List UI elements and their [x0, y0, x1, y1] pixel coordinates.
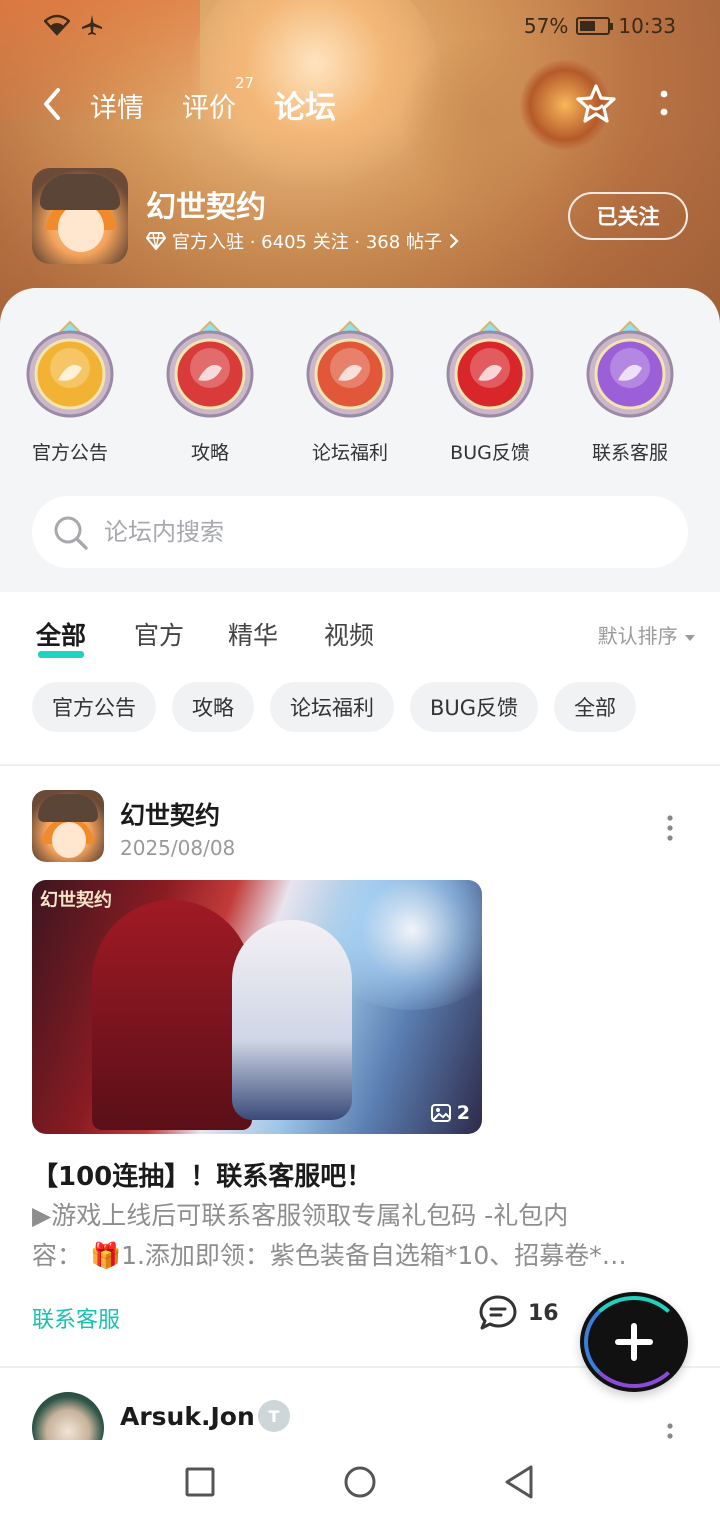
image-count: 2	[430, 1102, 470, 1124]
top-nav: 详情 评价 27 论坛	[0, 74, 720, 127]
category-bug-report[interactable]: BUG反馈	[420, 318, 560, 465]
back-icon[interactable]	[500, 1462, 540, 1502]
comment-icon	[479, 1295, 517, 1330]
filter-tab-all[interactable]: 全部	[36, 616, 86, 658]
image-game-logo: 幻世契约	[40, 890, 112, 911]
battery-percent: 57%	[523, 14, 569, 38]
category-badge-icon	[166, 320, 254, 418]
game-meta[interactable]: 官方入驻 · 6405 关注 · 368 帖子	[146, 228, 460, 254]
caret-down-icon	[685, 635, 695, 641]
post-author[interactable]: 幻世契约	[120, 796, 220, 832]
game-icon	[32, 168, 128, 264]
sort-dropdown[interactable]: 默认排序	[598, 620, 696, 649]
category-label: 攻略	[190, 442, 229, 464]
post-date: 2025/08/08	[120, 836, 236, 860]
category-badge-icon	[586, 320, 674, 418]
user-level-badge: T	[258, 1400, 290, 1432]
post-author[interactable]: Arsuk.Jon	[120, 1402, 255, 1431]
tab-forum[interactable]: 论坛	[272, 82, 338, 127]
post-tag-link[interactable]: 联系客服	[32, 1302, 120, 1334]
diamond-icon	[146, 232, 166, 250]
wifi-icon	[44, 14, 70, 36]
create-post-button[interactable]	[580, 1292, 688, 1392]
post-more-icon[interactable]	[664, 1422, 676, 1442]
chip-all[interactable]: 全部	[554, 682, 637, 732]
clock: 10:33	[618, 14, 676, 38]
category-badge-icon	[446, 320, 534, 418]
status-bar: 57% 10:33	[0, 12, 720, 42]
chip-welfare[interactable]: 论坛福利	[270, 682, 394, 732]
search-input[interactable]	[104, 512, 644, 552]
chip-bug-report[interactable]: BUG反馈	[410, 682, 539, 732]
category-contact-support[interactable]: 联系客服	[560, 318, 700, 465]
category-badge-icon	[26, 320, 114, 418]
sort-label: 默认排序	[597, 624, 678, 648]
game-meta-text: 官方入驻 · 6405 关注 · 368 帖子	[172, 232, 442, 253]
tab-reviews[interactable]: 评价	[182, 86, 236, 125]
tab-details[interactable]: 详情	[90, 86, 144, 125]
more-options-icon[interactable]	[650, 86, 678, 122]
search-bar[interactable]	[32, 496, 688, 568]
back-arrow-icon[interactable]	[38, 82, 68, 126]
author-avatar[interactable]	[32, 790, 104, 862]
forum-panel: 官方公告 攻略 论坛福利 BUG反馈 联系客服	[0, 288, 720, 592]
image-icon	[430, 1104, 451, 1122]
chip-announcements[interactable]: 官方公告	[32, 682, 156, 732]
system-nav-bar	[0, 1440, 720, 1520]
post-title[interactable]: 【100连抽】！联系客服吧！	[32, 1156, 372, 1193]
game-name: 幻世契约	[146, 190, 266, 225]
review-count-badge: 27	[235, 74, 255, 92]
search-icon	[54, 516, 88, 550]
category-row: 官方公告 攻略 论坛福利 BUG反馈 联系客服	[0, 318, 720, 465]
category-label: 论坛福利	[311, 442, 388, 464]
filter-tabs: 全部 官方 精华 视频 默认排序	[36, 616, 696, 658]
recent-apps-icon[interactable]	[180, 1462, 220, 1502]
game-header-banner	[0, 0, 720, 330]
comment-count[interactable]: 16	[478, 1294, 559, 1332]
category-label: 联系客服	[591, 442, 668, 464]
category-forum-welfare[interactable]: 论坛福利	[280, 318, 420, 465]
follow-button[interactable]: 已关注	[568, 192, 688, 240]
category-label: 官方公告	[31, 442, 108, 464]
post-excerpt[interactable]: ▶游戏上线后可联系客服领取专属礼包码 -礼包内 容： 🎁1.添加即领：紫色装备自…	[32, 1196, 688, 1276]
home-icon[interactable]	[340, 1462, 380, 1502]
chip-guides[interactable]: 攻略	[172, 682, 254, 732]
category-official-announcements[interactable]: 官方公告	[0, 318, 140, 465]
favorite-star-icon[interactable]	[574, 82, 618, 126]
post-card[interactable]: Arsuk.Jon T	[32, 1392, 688, 1442]
subcategory-chips: 官方公告 攻略 论坛福利 BUG反馈 全部	[32, 682, 637, 732]
category-guides[interactable]: 攻略	[140, 318, 280, 465]
post-image[interactable]: 幻世契约 2	[32, 880, 482, 1134]
game-info: 幻世契约 官方入驻 · 6405 关注 · 368 帖子 已关注	[32, 168, 692, 264]
divider	[0, 764, 720, 766]
post-more-icon[interactable]	[664, 814, 676, 842]
chevron-right-icon	[449, 233, 459, 249]
airplane-mode-icon	[82, 15, 102, 35]
category-label: BUG反馈	[450, 442, 530, 464]
author-avatar[interactable]	[32, 1392, 104, 1442]
category-badge-icon	[306, 320, 394, 418]
filter-tab-official[interactable]: 官方	[134, 616, 184, 652]
filter-tab-featured[interactable]: 精华	[228, 616, 278, 652]
battery-icon	[576, 17, 614, 35]
filter-tab-video[interactable]: 视频	[324, 616, 374, 652]
